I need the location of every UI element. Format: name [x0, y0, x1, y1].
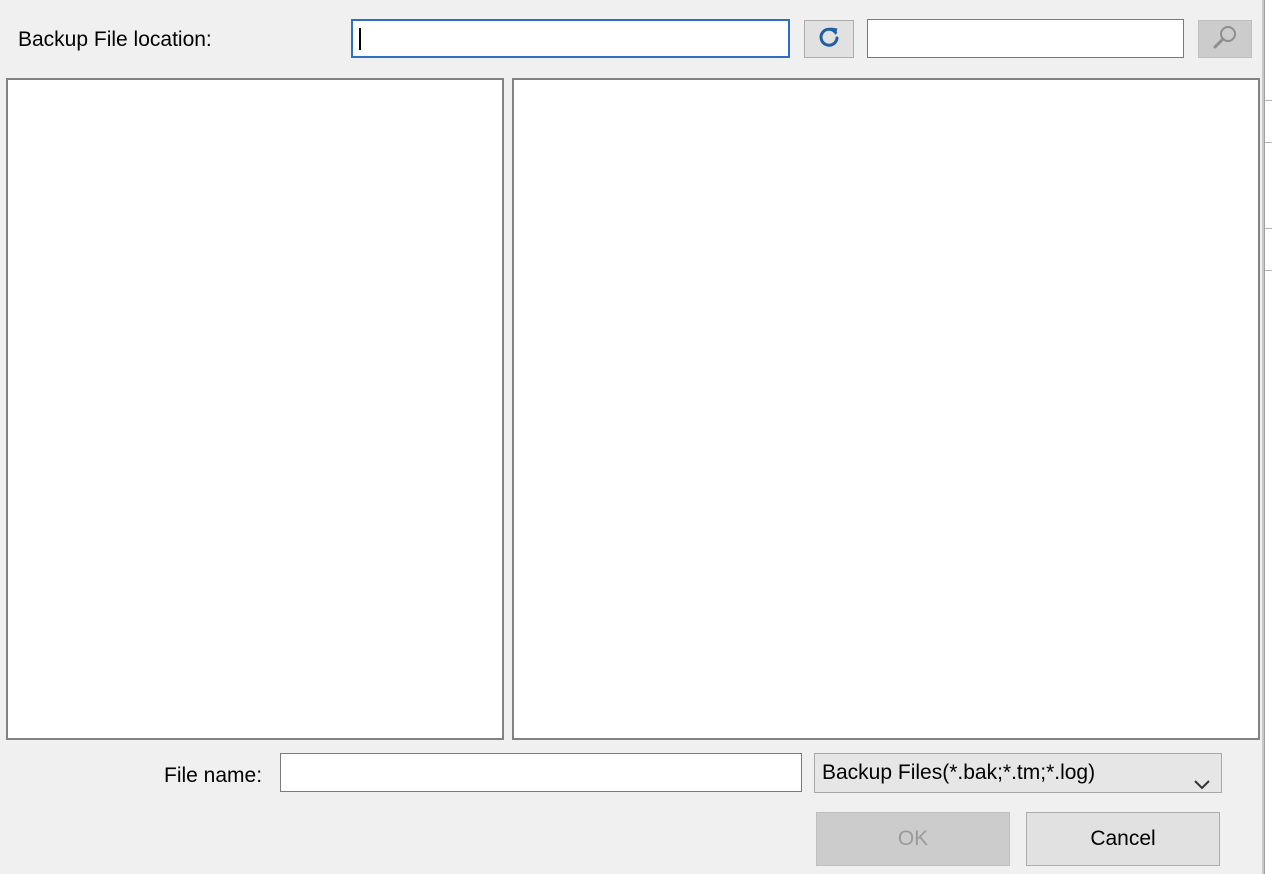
file-name-input[interactable] [280, 753, 802, 792]
chevron-down-icon [1193, 766, 1211, 804]
search-icon [1210, 23, 1240, 56]
folder-tree-panel[interactable] [6, 78, 504, 740]
backup-location-input[interactable] [351, 19, 790, 58]
file-name-label: File name: [164, 764, 263, 787]
background-window-edge [1264, 0, 1272, 874]
search-button[interactable] [1198, 20, 1252, 58]
divider [1265, 228, 1272, 229]
file-type-dropdown[interactable]: Backup Files(*.bak;*.tm;*.log) [814, 753, 1222, 793]
divider [1265, 270, 1272, 271]
backup-file-dialog: Backup File location: File name: Backup … [0, 0, 1264, 874]
divider [1265, 142, 1272, 143]
cancel-button[interactable]: Cancel [1026, 812, 1220, 866]
file-list-panel[interactable] [512, 78, 1260, 740]
refresh-button[interactable] [804, 20, 854, 58]
text-caret [359, 28, 361, 50]
backup-location-label: Backup File location: [18, 28, 212, 51]
ok-button[interactable]: OK [816, 812, 1010, 866]
divider [1265, 100, 1272, 101]
search-input[interactable] [867, 19, 1184, 58]
file-type-selected: Backup Files(*.bak;*.tm;*.log) [822, 761, 1096, 784]
refresh-icon [816, 24, 842, 55]
